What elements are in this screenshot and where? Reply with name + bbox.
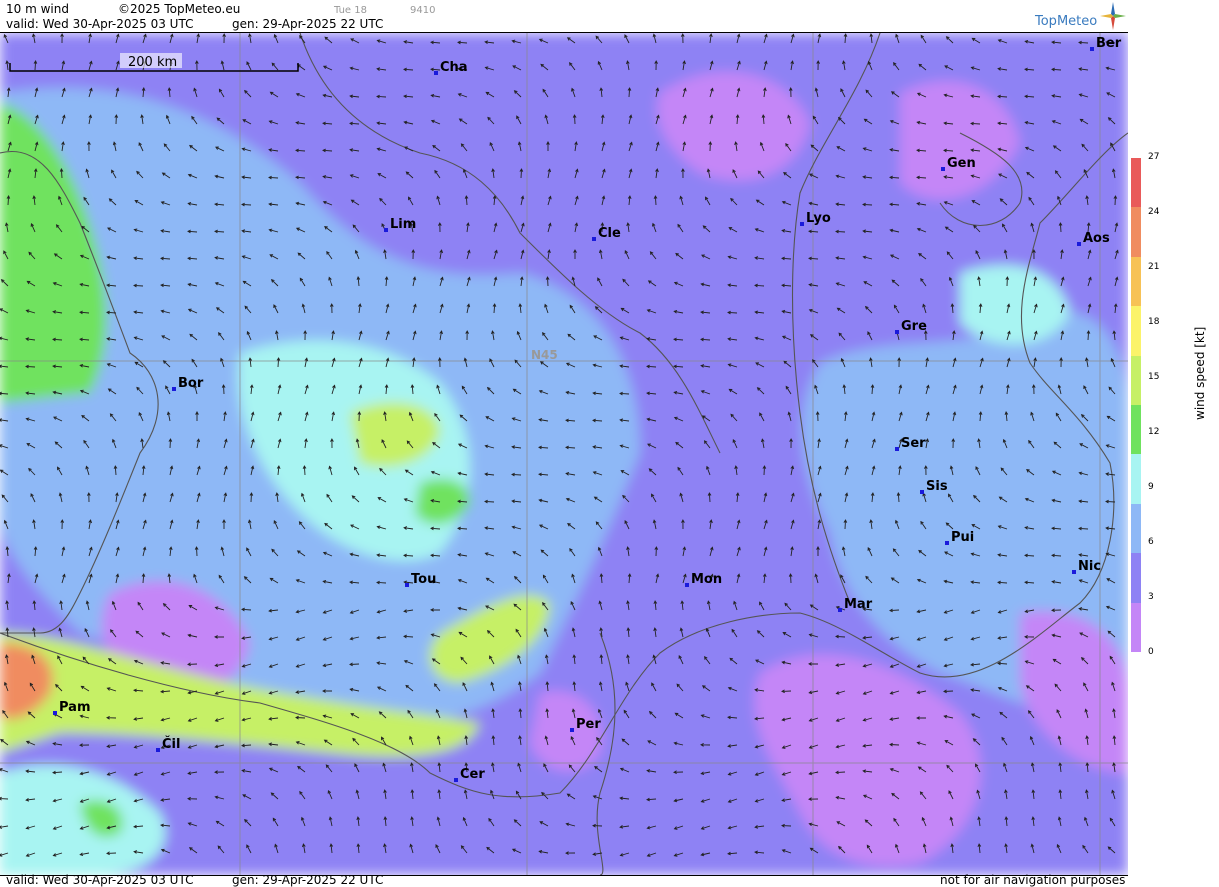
city-label: Bor xyxy=(178,376,204,391)
city-marker: Cha xyxy=(434,60,468,75)
generated-time: gen: 29-Apr-2025 22 UTC xyxy=(232,17,384,31)
legend-tick: 9 xyxy=(1148,482,1154,492)
city-label: Pam xyxy=(59,700,91,715)
city-label: Mar xyxy=(844,597,873,612)
city-marker: Mar xyxy=(838,597,873,612)
legend-swatch xyxy=(1131,158,1141,208)
city-label: Lyo xyxy=(806,211,831,226)
city-label: Čil xyxy=(162,736,180,752)
city-label: Per xyxy=(576,717,601,732)
legend-swatch xyxy=(1131,553,1141,603)
footer-generated-time: gen: 29-Apr-2025 22 UTC xyxy=(232,873,384,887)
legend-swatch xyxy=(1131,503,1141,554)
legend-tick: 6 xyxy=(1148,537,1154,547)
scale-bar-label: 200 km xyxy=(128,55,177,70)
city-marker: Mon xyxy=(685,572,722,587)
city-label: Lim xyxy=(390,217,416,232)
city-label: Cer xyxy=(460,767,485,782)
legend-swatch xyxy=(1131,207,1141,257)
city-label: Mon xyxy=(691,572,722,587)
legend-swatch xyxy=(1131,355,1141,406)
city-label: Cha xyxy=(440,60,468,75)
legend-swatch xyxy=(1131,256,1141,307)
legend-swatch xyxy=(1131,454,1141,504)
city-marker: Pam xyxy=(53,700,91,715)
legend-tick: 27 xyxy=(1148,152,1160,162)
legend-title: wind speed [kt] xyxy=(1193,326,1207,420)
legend-tick: 15 xyxy=(1148,372,1160,382)
city-marker: Gen xyxy=(941,156,976,171)
code-tag: 9410 xyxy=(410,5,436,16)
city-label: Gre xyxy=(901,319,927,334)
city-label: Tou xyxy=(411,572,436,587)
product-title: 10 m wind xyxy=(6,2,69,16)
wind-speed-legend xyxy=(1131,158,1141,653)
legend-swatch xyxy=(1131,306,1141,356)
legend-tick: 0 xyxy=(1148,647,1154,657)
city-label: Sis xyxy=(926,479,948,494)
city-label: Pui xyxy=(951,530,974,545)
topmeteo-logo: TopMeteo xyxy=(1035,14,1097,29)
legend-tick: 18 xyxy=(1148,317,1160,327)
city-label: Nic xyxy=(1078,559,1101,574)
copyright: ©2025 TopMeteo.eu xyxy=(118,2,241,16)
city-label: Cle xyxy=(598,226,621,241)
valid-time: valid: Wed 30-Apr-2025 03 UTC xyxy=(6,17,194,31)
legend-tick: 21 xyxy=(1148,262,1160,272)
disclaimer: not for air navigation purposes xyxy=(940,873,1126,887)
day-tag: Tue 18 xyxy=(334,5,367,16)
legend-swatch xyxy=(1131,602,1141,653)
footer-valid-time: valid: Wed 30-Apr-2025 03 UTC xyxy=(6,873,194,887)
city-label: Aos xyxy=(1083,231,1110,246)
legend-tick: 12 xyxy=(1148,427,1160,437)
legend-tick: 24 xyxy=(1148,207,1160,217)
wind-map[interactable]: 200 km N45 Cha Ber Gen Lim Cle Lyo Aos Gre Bor Se… xyxy=(0,32,1128,876)
city-label: Ber xyxy=(1096,36,1122,51)
city-label: Ser xyxy=(901,436,926,451)
compass-star-icon xyxy=(1100,2,1126,30)
logo-text: TopMeteo xyxy=(1035,14,1098,29)
legend-swatch xyxy=(1131,405,1141,455)
legend-tick: 3 xyxy=(1148,592,1154,602)
grid-label-n45: N45 xyxy=(531,348,558,362)
city-label: Gen xyxy=(947,156,976,171)
